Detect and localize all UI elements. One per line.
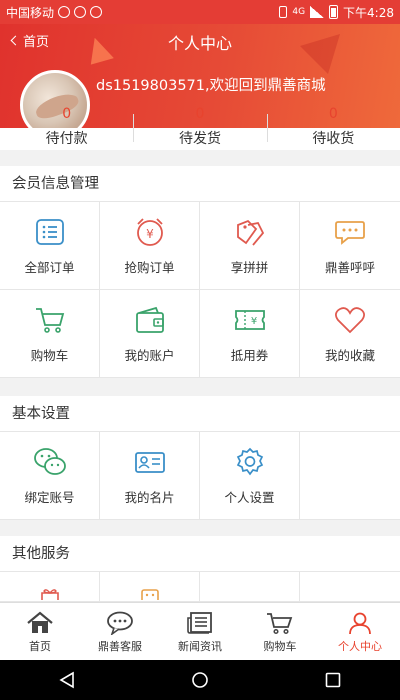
- item-label: 鼎善呼呼: [324, 260, 375, 275]
- chat-bubble-icon: [333, 215, 367, 249]
- other-service-item[interactable]: [0, 572, 100, 602]
- carrier-group: 中国移动: [6, 4, 103, 21]
- order-count: 0: [195, 106, 205, 122]
- cart-icon: [33, 303, 67, 337]
- empty-cell: [300, 572, 400, 602]
- person-icon: [346, 610, 374, 636]
- order-label: 待收货: [312, 131, 355, 147]
- clock: 下午4:28: [343, 5, 394, 20]
- news-icon: [186, 610, 214, 636]
- wallet-icon: [133, 303, 167, 337]
- message-icon: [74, 6, 87, 18]
- heart-icon: [333, 303, 367, 337]
- gear-icon: [233, 445, 267, 479]
- home-nav-button[interactable]: [180, 660, 220, 700]
- dingshan-chat-button[interactable]: 鼎善呼呼: [300, 202, 400, 290]
- tab-news[interactable]: 新闻资讯: [160, 603, 240, 660]
- section-title: 其他服务: [0, 536, 400, 572]
- item-label: 购物车: [30, 348, 69, 363]
- my-account-button[interactable]: 我的账户: [100, 290, 200, 378]
- order-label: 待发货: [178, 131, 221, 147]
- tab-label: 新闻资讯: [178, 639, 222, 653]
- gift-icon: [33, 587, 67, 601]
- item-label: 我的名片: [124, 490, 175, 505]
- section-title: 会员信息管理: [0, 166, 400, 202]
- signal-icon: [310, 6, 325, 18]
- system-nav-bar: [0, 660, 400, 700]
- other-grid: [0, 572, 400, 602]
- status-bar: 中国移动 4G 下午4:28: [0, 0, 400, 24]
- service-chat-icon: [106, 610, 134, 636]
- tab-customer-service[interactable]: 鼎善客服: [80, 603, 160, 660]
- tab-profile[interactable]: 个人中心: [320, 603, 400, 660]
- all-orders-button[interactable]: 全部订单: [0, 202, 100, 290]
- cart-button[interactable]: 购物车: [0, 290, 100, 378]
- item-label: 抵用券: [230, 348, 269, 363]
- tab-cart[interactable]: 购物车: [240, 603, 320, 660]
- order-count: 0: [62, 106, 72, 122]
- member-section: 会员信息管理 全部订单 ¥ 抢购订单 享拼拼 鼎善呼呼 购物车 我的账户 ¥ 抵…: [0, 166, 400, 378]
- screen: 中国移动 4G 下午4:28 首页 个人中心 ds1519803571,欢迎回到…: [0, 0, 400, 700]
- other-services-section: 其他服务: [0, 536, 400, 602]
- tab-home[interactable]: 首页: [0, 603, 80, 660]
- order-list-icon: [33, 215, 67, 249]
- item-label: 全部订单: [24, 260, 75, 275]
- id-card-icon: [133, 445, 167, 479]
- svg-text:¥: ¥: [250, 316, 256, 327]
- page-title: 个人中心: [167, 34, 232, 53]
- alert-icon: [90, 6, 103, 18]
- vibrate-icon: [279, 6, 288, 18]
- empty-cell: [300, 432, 400, 520]
- home-icon: [26, 610, 54, 636]
- order-pending-receipt[interactable]: 0 待收货: [266, 104, 400, 150]
- welcome-text: ds1519803571,欢迎回到鼎善商城: [96, 78, 326, 94]
- order-count: 0: [328, 106, 338, 122]
- item-label: 个人设置: [224, 490, 275, 505]
- triangle-back-icon: [59, 671, 74, 689]
- tab-label: 购物车: [263, 639, 297, 653]
- coupon-button[interactable]: ¥ 抵用券: [200, 290, 300, 378]
- member-grid: 全部订单 ¥ 抢购订单 享拼拼 鼎善呼呼 购物车 我的账户 ¥ 抵用券 我的收藏: [0, 202, 400, 378]
- wechat-icon: [33, 445, 67, 479]
- circle-home-icon: [192, 672, 208, 688]
- back-nav-button[interactable]: [47, 660, 87, 700]
- item-label: 享拼拼: [230, 260, 269, 275]
- network-type: 4G: [292, 7, 306, 17]
- other-service-item[interactable]: [100, 572, 200, 602]
- cart-icon: [266, 610, 294, 636]
- personal-settings-button[interactable]: 个人设置: [200, 432, 300, 520]
- favorites-button[interactable]: 我的收藏: [300, 290, 400, 378]
- section-title: 基本设置: [0, 396, 400, 432]
- tab-label: 鼎善客服: [98, 639, 142, 653]
- tags-icon: [233, 215, 267, 249]
- flash-sale-orders-button[interactable]: ¥ 抢购订单: [100, 202, 200, 290]
- coupon-icon: ¥: [233, 303, 267, 337]
- empty-cell: [200, 572, 300, 602]
- bottom-tab-bar: 首页 鼎善客服 新闻资讯 购物车 个人中心: [0, 602, 400, 660]
- eye-icon: [58, 6, 71, 18]
- status-right: 4G 下午4:28: [279, 4, 394, 21]
- tab-label: 首页: [29, 639, 51, 653]
- item-label: 我的账户: [124, 348, 175, 363]
- basic-settings-section: 基本设置 绑定账号 我的名片 个人设置: [0, 396, 400, 520]
- basic-grid: 绑定账号 我的名片 个人设置: [0, 432, 400, 520]
- business-card-button[interactable]: 我的名片: [100, 432, 200, 520]
- group-buy-button[interactable]: 享拼拼: [200, 202, 300, 290]
- battery-icon: [329, 5, 339, 19]
- order-pending-shipment[interactable]: 0 待发货: [133, 104, 266, 150]
- recents-nav-button[interactable]: [313, 660, 353, 700]
- carrier-name: 中国移动: [6, 5, 55, 20]
- item-label: 我的收藏: [324, 348, 375, 363]
- svg-text:¥: ¥: [146, 227, 154, 241]
- order-label: 待付款: [45, 131, 88, 147]
- item-label: 绑定账号: [24, 490, 75, 505]
- alarm-yen-icon: ¥: [133, 215, 167, 249]
- square-recents-icon: [326, 672, 341, 688]
- item-label: 抢购订单: [124, 260, 175, 275]
- order-summary: 0 待付款 0 待发货 0 待收货: [0, 104, 400, 150]
- tab-label: 个人中心: [338, 639, 382, 653]
- bind-account-button[interactable]: 绑定账号: [0, 432, 100, 520]
- grid-box-icon: [133, 587, 167, 601]
- order-pending-payment[interactable]: 0 待付款: [0, 104, 133, 150]
